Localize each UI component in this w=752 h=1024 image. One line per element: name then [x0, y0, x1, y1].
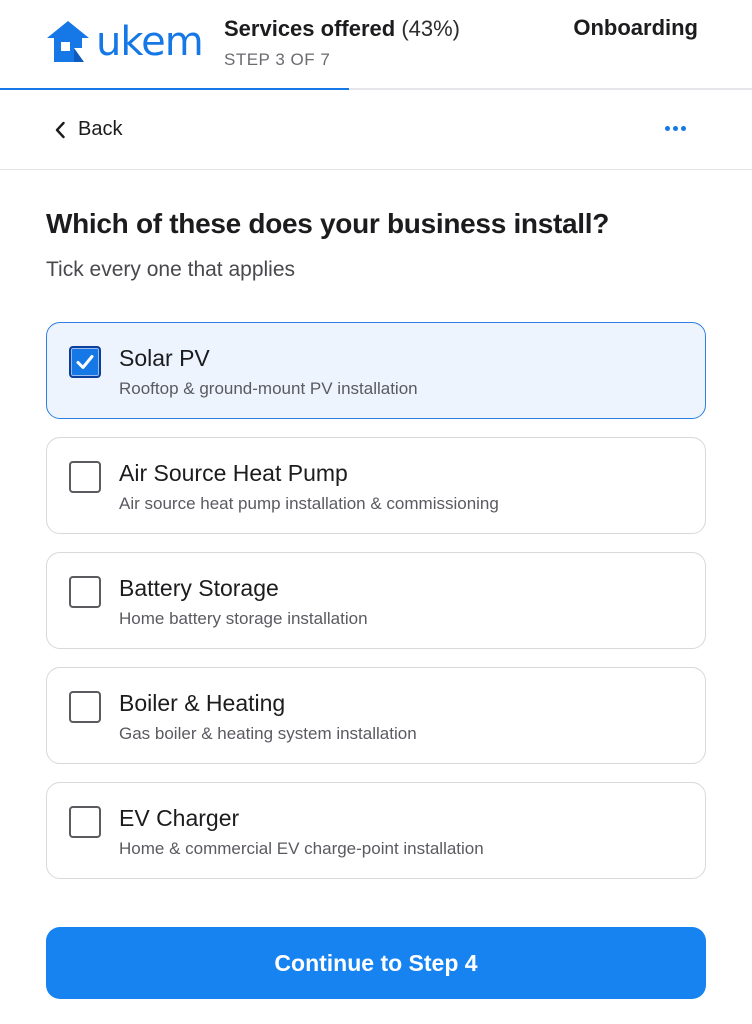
- option-solar-pv[interactable]: Solar PV Rooftop & ground-mount PV insta…: [46, 322, 706, 419]
- logo-wordmark: ukem: [96, 19, 204, 65]
- option-boiler-heating[interactable]: Boiler & Heating Gas boiler & heating sy…: [46, 667, 706, 764]
- progress-percent: (43%): [401, 16, 461, 41]
- header: ukem Services offered (43%) STEP 3 OF 7 …: [0, 0, 752, 90]
- option-description: Air source heat pump installation & comm…: [119, 494, 499, 513]
- page-title-text: Services offered: [224, 16, 396, 41]
- chevron-left-icon: [55, 121, 65, 138]
- back-label: Back: [78, 118, 123, 140]
- checkbox[interactable]: [69, 346, 101, 378]
- checkmark-icon: [76, 355, 94, 369]
- option-air-source-heat-pump[interactable]: Air Source Heat Pump Air source heat pum…: [46, 437, 706, 534]
- question-hint: Tick every one that applies: [46, 258, 296, 281]
- option-battery-storage[interactable]: Battery Storage Home battery storage ins…: [46, 552, 706, 649]
- step-title-block: Services offered (43%) STEP 3 OF 7: [224, 16, 460, 70]
- page-title: Services offered (43%): [224, 16, 460, 42]
- more-dot: [681, 126, 686, 131]
- more-dot: [665, 126, 670, 131]
- nav-bar: Back: [0, 90, 752, 170]
- option-title: Boiler & Heating: [119, 690, 286, 716]
- step-indicator: STEP 3 OF 7: [224, 50, 331, 69]
- checkbox[interactable]: [69, 691, 101, 723]
- section-label: Onboarding: [573, 15, 698, 40]
- option-title: Air Source Heat Pump: [119, 460, 348, 486]
- option-description: Home & commercial EV charge-point instal…: [119, 839, 484, 858]
- option-ev-charger[interactable]: EV Charger Home & commercial EV charge-p…: [46, 782, 706, 879]
- option-description: Home battery storage installation: [119, 609, 368, 628]
- option-title: Solar PV: [119, 345, 210, 371]
- checkbox[interactable]: [69, 806, 101, 838]
- option-title: EV Charger: [119, 805, 240, 831]
- checkbox[interactable]: [69, 461, 101, 493]
- option-description: Gas boiler & heating system installation: [119, 724, 417, 743]
- service-options-list: Solar PV Rooftop & ground-mount PV insta…: [46, 322, 706, 897]
- question-heading: Which of these does your business instal…: [46, 208, 610, 239]
- more-dot: [673, 126, 678, 131]
- continue-button[interactable]: Continue to Step 4: [46, 927, 706, 999]
- option-title: Battery Storage: [119, 575, 279, 601]
- house-logo-icon: [47, 21, 89, 62]
- option-description: Rooftop & ground-mount PV installation: [119, 379, 418, 398]
- back-button[interactable]: Back: [54, 118, 122, 141]
- more-horizontal-icon[interactable]: [665, 126, 686, 131]
- checkbox[interactable]: [69, 576, 101, 608]
- brand-logo[interactable]: ukem: [44, 18, 204, 66]
